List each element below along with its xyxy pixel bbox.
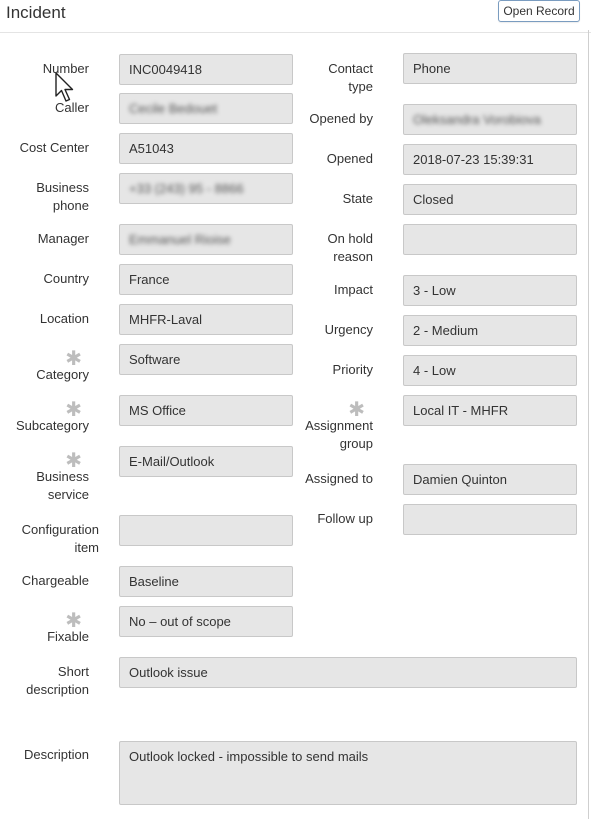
urgency-field[interactable]: 2 - Medium: [403, 315, 577, 346]
short-description-field[interactable]: Outlook issue: [119, 657, 577, 688]
fixable-label-text: Fixable: [47, 629, 89, 644]
required-star-icon: ✱: [348, 399, 365, 421]
contact-type-field[interactable]: Phone: [403, 53, 577, 84]
assignment-group-label: ✱ Assignment group: [0, 399, 373, 453]
assigned-to-label: Assigned to: [305, 471, 373, 486]
opened-by-label: Opened by: [309, 111, 373, 126]
contact-type-label-line2: type: [348, 79, 373, 94]
form-header: Incident Open Record: [0, 0, 591, 33]
urgency-label: Urgency: [324, 322, 373, 337]
on-hold-reason-field[interactable]: [403, 224, 577, 255]
scrollbar-divider: [588, 30, 589, 819]
opened-field[interactable]: 2018-07-23 15:39:31: [403, 144, 577, 175]
assignment-group-label-line2: group: [339, 436, 373, 451]
opened-label: Opened: [326, 151, 373, 166]
fixable-label: ✱ Fixable: [0, 610, 89, 646]
impact-label: Impact: [333, 282, 373, 297]
follow-up-field[interactable]: [403, 504, 577, 535]
short-description-label-line2: description: [26, 682, 89, 697]
impact-field[interactable]: 3 - Low: [403, 275, 577, 306]
fixable-field[interactable]: No – out of scope: [119, 606, 293, 637]
assigned-to-field[interactable]: Damien Quinton: [403, 464, 577, 495]
priority-field[interactable]: 4 - Low: [403, 355, 577, 386]
description-field[interactable]: Outlook locked - impossible to send mail…: [119, 741, 577, 805]
chargeable-label: Chargeable: [21, 573, 89, 588]
on-hold-reason-label-line2: reason: [333, 249, 373, 264]
required-star-icon: ✱: [65, 610, 82, 632]
short-description-label: Short description: [0, 663, 89, 699]
state-field[interactable]: Closed: [403, 184, 577, 215]
business-service-label-line2: service: [47, 487, 89, 502]
assignment-group-label-line1: Assignment: [305, 418, 373, 433]
on-hold-reason-label-line1: On hold: [327, 231, 373, 246]
follow-up-label: Follow up: [317, 511, 373, 526]
opened-by-field[interactable]: Oleksandra Vorobiova: [403, 104, 577, 135]
form-title: Incident: [6, 3, 66, 22]
priority-label: Priority: [332, 362, 373, 377]
opened-by-value: Oleksandra Vorobiova: [413, 112, 541, 127]
chargeable-field[interactable]: Baseline: [119, 566, 293, 597]
short-description-label-line1: Short: [57, 664, 89, 679]
description-label: Description: [23, 747, 89, 762]
required-star-icon: ✱: [65, 450, 82, 472]
configuration-item-label-line2: item: [74, 540, 99, 555]
mouse-pointer-icon: [55, 72, 74, 102]
state-label: State: [342, 191, 373, 206]
open-record-button[interactable]: Open Record: [498, 0, 580, 22]
on-hold-reason-label: On hold reason: [0, 230, 373, 266]
assignment-group-field[interactable]: Local IT - MHFR: [403, 395, 577, 426]
contact-type-label-line1: Contact: [328, 61, 373, 76]
